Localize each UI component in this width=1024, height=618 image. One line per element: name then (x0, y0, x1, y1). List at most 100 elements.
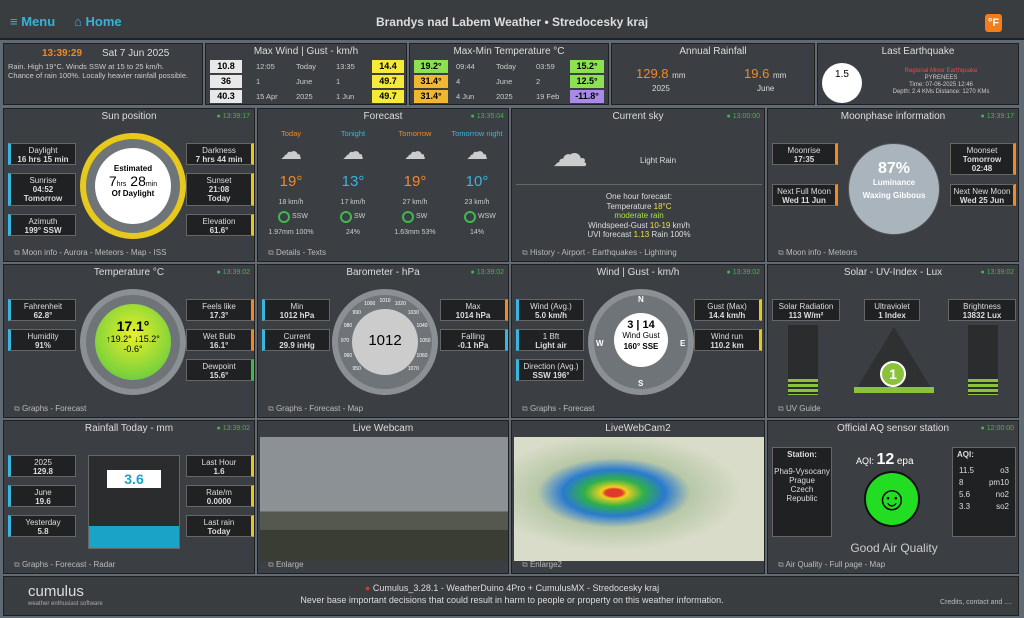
rainfall-footer-link[interactable]: Graphs - Forecast - Radar (14, 560, 115, 570)
rain-today-value: 3.6 (107, 470, 161, 488)
webcam-panel: Live Webcam Enlarge (257, 420, 509, 574)
moon-image: 87% Luminance Waxing Gibbous (848, 143, 940, 235)
page-title: Brandys nad Labem Weather • Stredocesky … (375, 15, 649, 29)
current-temperature: 17.1° (116, 318, 150, 334)
webcam2-title: LiveWebCam2 (605, 423, 671, 434)
aq-status: Good Air Quality (850, 541, 938, 555)
sun-time: 7hrs 28min (108, 173, 158, 189)
earthquake-depth: Depth: 2.4 KMs Distance: 1270 KMs (892, 89, 990, 95)
temperature-trend: -0.6° (123, 344, 143, 354)
ultraviolet-box: Ultraviolet 1 Index (864, 299, 920, 321)
forecast-period: Today (280, 129, 301, 138)
webcam2-enlarge-link[interactable]: Enlarge2 (522, 560, 562, 570)
barometer-footer-link[interactable]: Graphs - Forecast - Map (268, 404, 363, 414)
wind-run-box: Wind run 110.2 km (694, 329, 762, 351)
aq-value: 5.6 (959, 490, 971, 499)
webcam-enlarge-link[interactable]: Enlarge (268, 560, 304, 570)
radar-image[interactable] (514, 437, 764, 561)
compass-w: W (596, 339, 604, 348)
azimuth-box: Azimuth 199° SSW (8, 214, 76, 236)
wet-bulb-box: Wet Bulb 16.1° (186, 329, 254, 351)
annual-value: 129.8 mm (636, 66, 686, 81)
forecast-rain: 1.97mm 100% (268, 229, 314, 236)
annual-rainfall-title: Annual Rainfall (679, 46, 747, 57)
max-wind-cell: 13:35 (336, 62, 355, 71)
rain-rate-box: Rate/m 0.0000 (186, 485, 254, 507)
barometer-tick: 950 (352, 366, 361, 373)
aq-value: 3.3 (959, 502, 971, 511)
forecast-weather-icon: ☁ (466, 139, 488, 164)
sun-footer-link[interactable]: Moon info - Aurora - Meteors - Map - ISS (14, 248, 167, 258)
earthquake-region: PYRENEES (924, 75, 958, 81)
rain-cloud-icon: ☁ (552, 133, 588, 174)
aqi-display: AQI: 12 epa (856, 451, 914, 468)
aq-row: 5.6 no2 (953, 489, 1015, 501)
max-min-cell: 31.4° (414, 75, 448, 88)
sky-footer-link[interactable]: History - Airport - Earthquakes - Lightn… (522, 248, 677, 258)
page-footer: cumulus weather enthusiast software ● Cu… (3, 576, 1019, 616)
brightness-box: Brightness 13832 Lux (948, 299, 1016, 321)
max-min-cell: 2025 (496, 92, 513, 101)
brightness-bar (968, 325, 998, 395)
smiley-icon: ☺ (864, 471, 920, 527)
wind-gust-values: 3 | 14 (627, 319, 655, 331)
sky-condition: Light Rain (640, 156, 677, 165)
unit-toggle-button[interactable]: °F (985, 14, 1002, 32)
sun-gauge: Estimated 7hrs 28min Of Daylight (80, 133, 186, 239)
forecast-rain: 14% (469, 229, 484, 236)
feels-like-box: Feels like 17.3° (186, 299, 254, 321)
moon-luminance: Luminance (872, 178, 916, 187)
forecast-panel: Forecast 13:35:04 Today☁19°18 km/hSSW1.9… (257, 108, 509, 262)
sun-panel: Sun position 13:39:17 Daylight16 hrs 15 … (3, 108, 255, 262)
wind-direction-box: Direction (Avg.) SSW 196° (516, 359, 584, 381)
wind-updated: 13:39:02 (727, 269, 760, 276)
sun-updated: 13:39:17 (217, 113, 250, 120)
forecast-temp: 19° (403, 173, 427, 190)
moon-percent: 87% (877, 160, 911, 177)
baro-min-box: Min 1012 hPa (262, 299, 330, 321)
forecast-wind: 23 km/h (464, 199, 490, 206)
wind-degrees: 160° SSE (623, 342, 659, 351)
wind-footer-link[interactable]: Graphs - Forecast (522, 404, 594, 414)
barometer-tick: 980 (343, 322, 353, 329)
forecast-period: Tonight (340, 129, 366, 138)
earthquake-magnitude: 1.5 (822, 63, 862, 103)
earthquake-title: Last Earthquake (881, 46, 955, 57)
month-label: June (757, 84, 775, 93)
aq-updated: 12:00:00 (981, 425, 1014, 432)
aq-footer-link[interactable]: Air Quality - Full page - Map (778, 560, 886, 570)
barometer-updated: 13:39:02 (471, 269, 504, 276)
temperature-footer-link[interactable]: Graphs - Forecast (14, 404, 86, 414)
max-min-cell: 31.4° (414, 90, 448, 103)
aq-pollutant: no2 (995, 490, 1009, 499)
max-min-cell: 12.5° (570, 75, 604, 88)
rain-year-box: 2025 129.8 (8, 455, 76, 477)
moon-footer-link[interactable]: Moon info - Meteors (778, 248, 857, 258)
forecast-footer-link[interactable]: Details - Texts (268, 248, 326, 258)
max-min-cell: 4 (456, 77, 461, 86)
annual-rainfall-panel: Annual Rainfall 129.8 mm 2025 19.6 mm Ju… (611, 43, 815, 105)
month-value: 19.6 mm (744, 66, 787, 81)
elevation-box: Elevation 61.6° (186, 214, 254, 236)
moonrise-box: Moonrise 17:35 (772, 143, 838, 165)
max-min-temp-title: Max-Min Temperature °C (453, 46, 565, 57)
barometer-tick: 1010 (379, 298, 391, 304)
wind-gust-labels: Wind Gust (622, 331, 660, 340)
dewpoint-box: Dewpoint 15.6° (186, 359, 254, 381)
webcam-image[interactable] (260, 437, 508, 561)
credits-link[interactable]: Credits, contact and .... (940, 599, 1012, 606)
moon-panel: Moonphase information 13:39:17 Moonrise1… (767, 108, 1019, 262)
next-full-moon-box: Next Full Moon Wed 11 Jun (772, 184, 838, 206)
aq-row: 11.5 o3 (953, 465, 1015, 477)
max-wind-cell: Today (296, 62, 317, 71)
gust-max-box: Gust (Max) 14.4 km/h (694, 299, 762, 321)
max-min-cell: 4 Jun (456, 92, 475, 101)
aq-value: 11.5 (959, 466, 974, 475)
max-wind-cell: 49.7 (372, 75, 404, 88)
high-low: ↑19.2° ↓15.2° (106, 334, 160, 344)
barometer-value: 1012 (368, 332, 402, 349)
forecast-period: Tomorrow night (451, 129, 503, 138)
forecast-direction: SSW (292, 213, 308, 220)
solar-footer-link[interactable]: UV Guide (778, 404, 821, 414)
darkness-box: Darkness 7 hrs 44 min (186, 143, 254, 165)
